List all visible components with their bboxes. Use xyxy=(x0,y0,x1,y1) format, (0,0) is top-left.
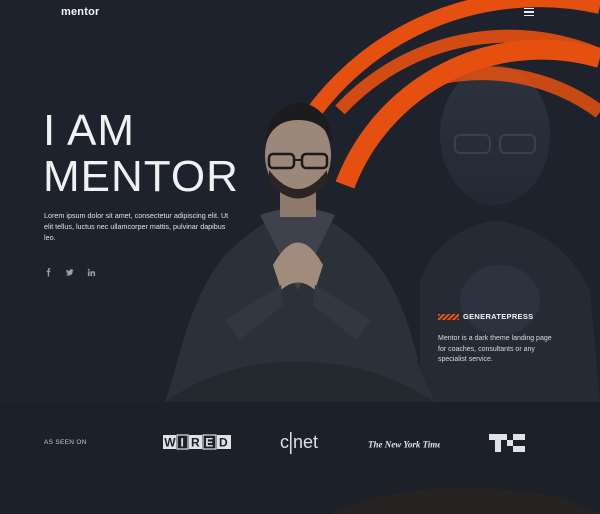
svg-text:The New York Times: The New York Times xyxy=(368,440,440,450)
card-description: Mentor is a dark theme landing page for … xyxy=(438,335,552,363)
wired-logo: W I R E D xyxy=(163,434,233,455)
hero-section: mentor I AM MENTOR Lorem ipsum dolor sit… xyxy=(0,0,600,402)
twitter-icon[interactable] xyxy=(65,264,75,276)
top-navigation: mentor xyxy=(0,0,600,26)
facebook-icon[interactable] xyxy=(44,264,53,277)
techcrunch-logo xyxy=(489,434,525,457)
card-header: GENERATEPRESS xyxy=(438,308,556,326)
nytimes-logo: The New York Times xyxy=(368,437,445,456)
svg-text:W: W xyxy=(164,436,176,450)
svg-text:net: net xyxy=(293,432,318,452)
hero-title-line-2: MENTOR xyxy=(43,152,239,201)
striped-accent-bar xyxy=(438,313,459,320)
svg-text:D: D xyxy=(219,436,228,450)
card-label: GENERATEPRESS xyxy=(463,312,534,322)
press-label: AS SEEN ON xyxy=(44,439,87,446)
hero-title-line-1: I AM xyxy=(43,106,136,155)
hamburger-menu-icon[interactable] xyxy=(523,6,535,18)
brand-logo[interactable]: mentor xyxy=(61,6,99,18)
cnet-logo: c net xyxy=(280,430,322,459)
svg-text:c: c xyxy=(280,432,289,452)
svg-text:I: I xyxy=(181,436,184,450)
linkedin-icon[interactable] xyxy=(87,264,96,277)
hero-title: I AM MENTOR xyxy=(43,108,239,200)
info-card: GENERATEPRESS Mentor is a dark theme lan… xyxy=(438,308,556,366)
social-links xyxy=(44,264,104,277)
hero-description: Lorem ipsum dolor sit amet, consectetur … xyxy=(44,211,229,242)
svg-text:E: E xyxy=(205,436,213,450)
svg-text:R: R xyxy=(191,436,200,450)
press-section: AS SEEN ON W I R E D c net The New York … xyxy=(0,402,600,514)
